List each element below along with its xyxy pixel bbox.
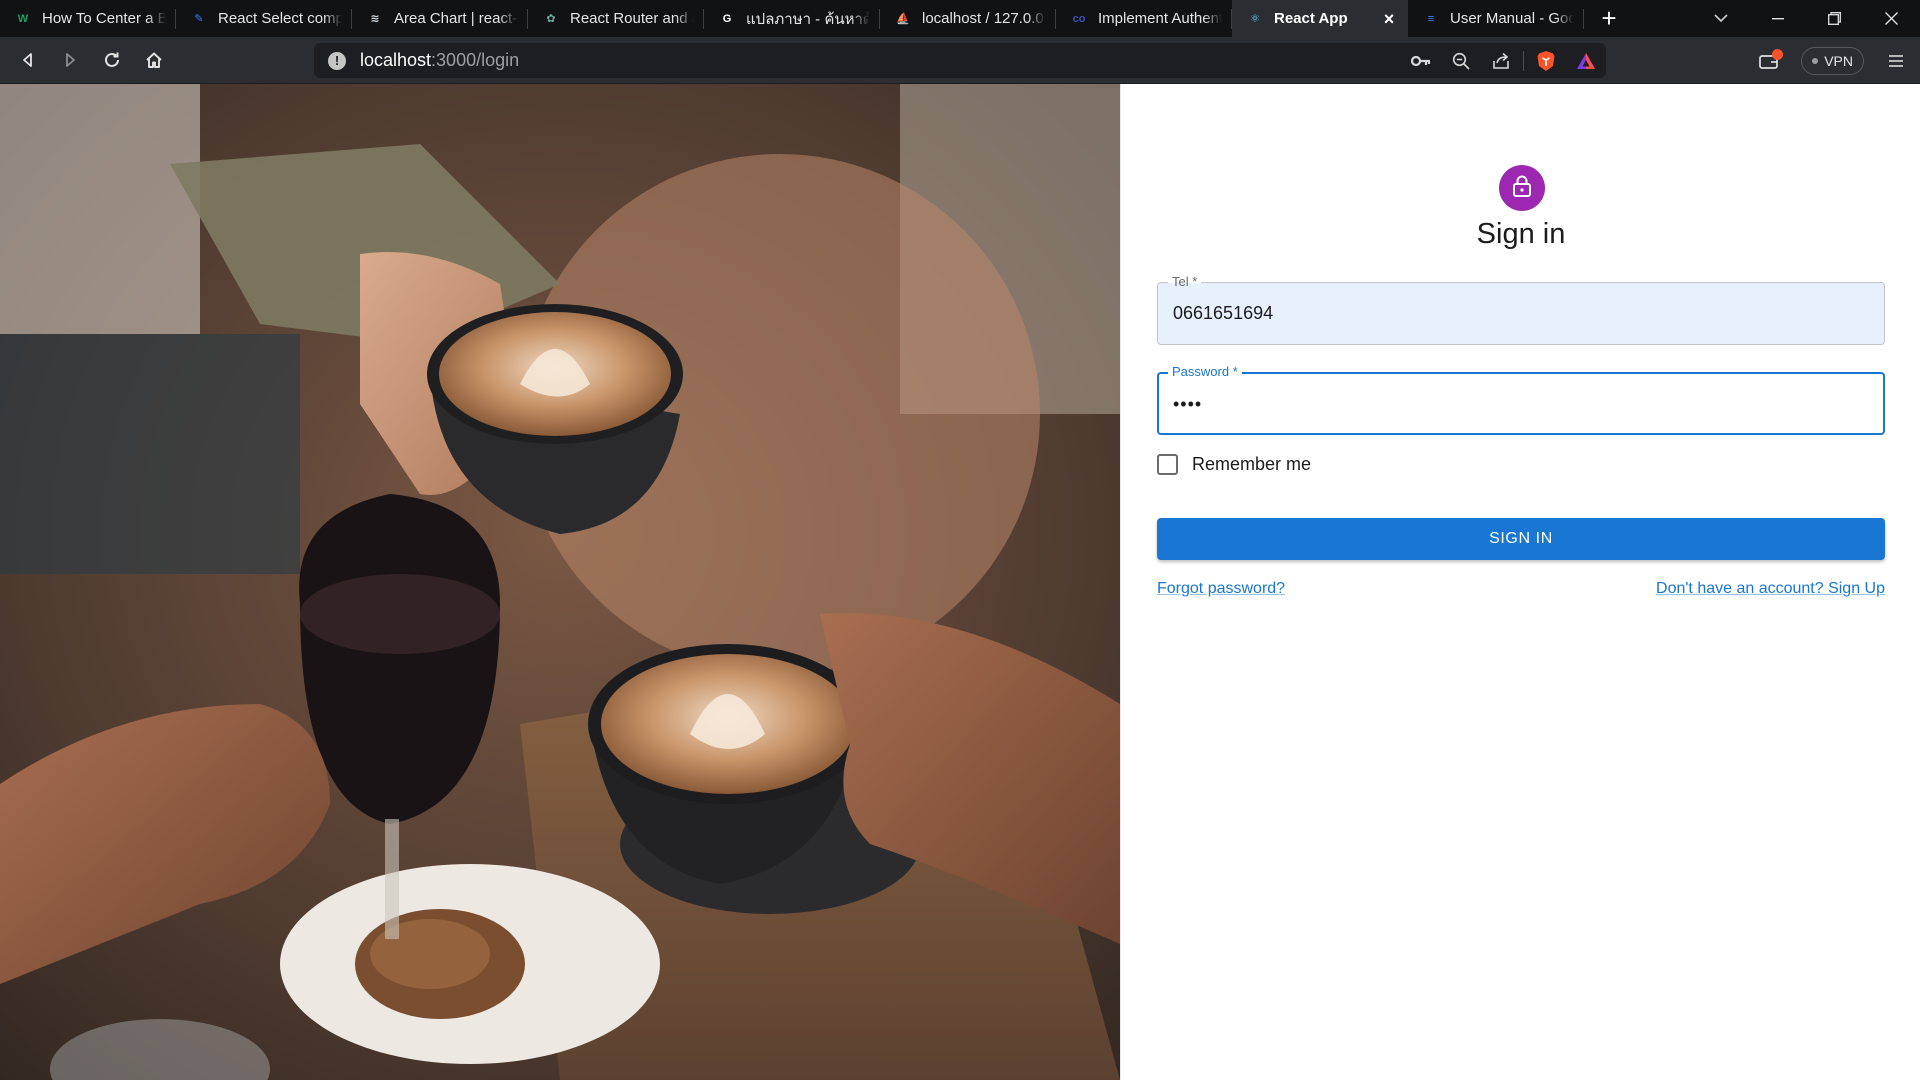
address-bar[interactable]: ! localhost:3000/login (314, 43, 1606, 78)
tab-title: User Manual - Goo (1450, 10, 1574, 27)
brave-rewards-icon[interactable] (1566, 43, 1606, 78)
browser-tab[interactable]: ✿ React Router and a (528, 0, 704, 37)
browser-tab[interactable]: ⚛ React App × (1232, 0, 1408, 37)
google-icon: G (722, 12, 732, 25)
openai-icon: ✿ (546, 13, 556, 25)
chart-stack-icon: ≋ (370, 13, 380, 25)
key-icon[interactable] (1401, 43, 1441, 78)
tab-search-chevron-icon[interactable] (1692, 0, 1749, 37)
remember-me-row[interactable]: Remember me (1157, 454, 1311, 475)
reload-icon[interactable] (92, 40, 132, 80)
react-select-icon: ✎ (194, 13, 204, 25)
tel-input[interactable]: 0661651694 (1173, 303, 1273, 324)
wallet-icon[interactable] (1747, 41, 1791, 81)
browser-tab[interactable]: co Implement Authent (1056, 0, 1232, 37)
url-text[interactable]: localhost:3000/login (360, 50, 519, 71)
password-label: Password * (1168, 364, 1242, 380)
w-logo-icon: W (17, 12, 29, 25)
tab-title: React App (1274, 10, 1348, 27)
brave-shields-icon[interactable] (1526, 43, 1566, 78)
browser-tab[interactable]: G แปลภาษา - ค้นหาด้วย (704, 0, 880, 37)
toolbar-divider (1523, 50, 1524, 71)
vpn-status-dot (1812, 57, 1819, 64)
tab-title: React Select compo (218, 10, 342, 27)
browser-tab[interactable]: ≋ Area Chart | react-c (352, 0, 528, 37)
page-content: Sign in Tel * 0661651694 Password * ••••… (0, 84, 1920, 1080)
tab-strip-spacer (1634, 0, 1692, 37)
hero-coffee-photo (0, 84, 1120, 1080)
notification-dot (1772, 48, 1784, 60)
tab-title: Implement Authent (1098, 10, 1222, 27)
react-icon: ⚛ (1250, 13, 1260, 25)
forgot-password-link[interactable]: Forgot password? (1157, 580, 1285, 598)
minimize-icon[interactable] (1749, 0, 1806, 37)
vpn-label: VPN (1824, 52, 1853, 69)
tab-title: Area Chart | react-c (394, 10, 518, 27)
browser-tab-strip: W How To Center a Bu ✎ React Select compo ≋ A… (0, 0, 1920, 37)
address-bar-actions (1401, 43, 1606, 78)
close-tab-icon[interactable]: × (1380, 10, 1398, 28)
tel-label: Tel * (1168, 274, 1202, 290)
remember-me-checkbox[interactable] (1157, 454, 1178, 475)
remember-me-label[interactable]: Remember me (1192, 454, 1311, 475)
phpmyadmin-icon: ⛵ (896, 13, 910, 25)
restore-icon[interactable] (1806, 0, 1863, 37)
lock-avatar (1499, 165, 1545, 211)
zoom-out-icon[interactable] (1441, 43, 1481, 78)
browser-toolbar: ! localhost:3000/login VPN (0, 37, 1920, 84)
signin-panel: Sign in Tel * 0661651694 Password * ••••… (1120, 84, 1920, 1080)
sign-up-link[interactable]: Don't have an account? Sign Up (1656, 580, 1885, 598)
home-icon[interactable] (134, 40, 174, 80)
tab-title: แปลภาษา - ค้นหาด้วย (746, 10, 870, 28)
browser-tab[interactable]: ≡ User Manual - Goo (1408, 0, 1584, 37)
password-field[interactable]: Password * •••• (1157, 364, 1885, 435)
browser-tab[interactable]: W How To Center a Bu (0, 0, 176, 37)
tab-title: React Router and a (570, 10, 694, 27)
url-path: :3000/login (431, 50, 520, 70)
browser-tab[interactable]: ✎ React Select compo (176, 0, 352, 37)
sign-in-button[interactable]: SIGN IN (1157, 518, 1885, 560)
share-icon[interactable] (1481, 43, 1521, 78)
tab-title: How To Center a Bu (42, 10, 166, 27)
tel-field[interactable]: Tel * 0661651694 (1157, 274, 1885, 345)
forward-icon[interactable] (50, 40, 90, 80)
tab-list: W How To Center a Bu ✎ React Select compo ≋ A… (0, 0, 1584, 37)
url-host: localhost (360, 50, 432, 70)
close-window-icon[interactable] (1863, 0, 1920, 37)
site-info-icon[interactable]: ! (328, 51, 346, 70)
google-docs-icon: ≡ (1427, 12, 1435, 25)
tab-title: localhost / 127.0.0.1 (922, 10, 1046, 27)
new-tab-button[interactable]: + (1584, 0, 1634, 37)
toolbar-right: VPN (1747, 37, 1920, 84)
codeproject-icon: co (1072, 12, 1086, 25)
vpn-button[interactable]: VPN (1801, 46, 1864, 75)
browser-tab[interactable]: ⛵ localhost / 127.0.0.1 (880, 0, 1056, 37)
menu-icon[interactable] (1876, 41, 1916, 81)
password-input[interactable]: •••• (1173, 394, 1202, 415)
lock-icon (1512, 175, 1532, 202)
back-icon[interactable] (8, 40, 48, 80)
page-title: Sign in (1476, 218, 1566, 250)
